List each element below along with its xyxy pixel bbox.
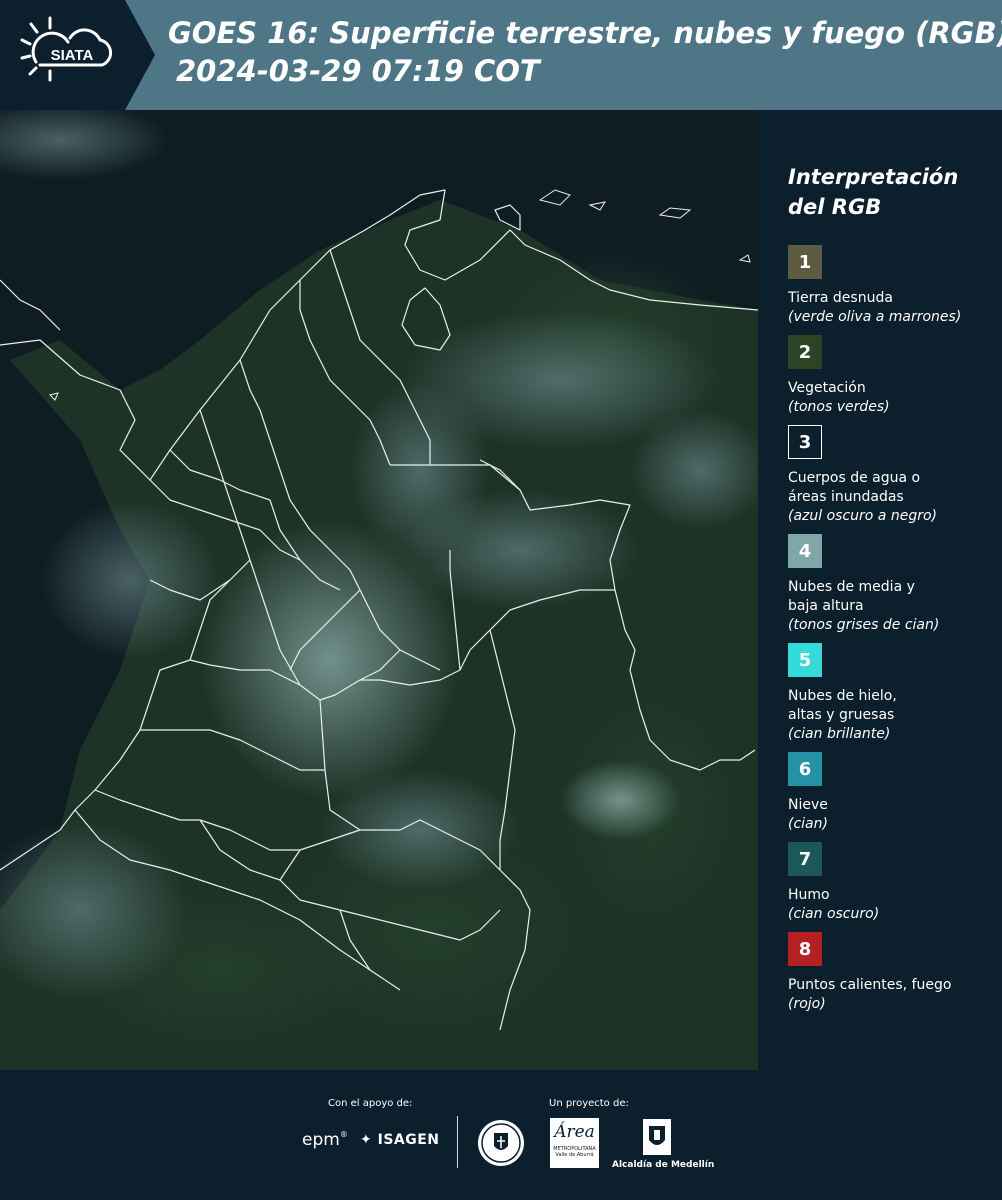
legend-panel: Interpretación del RGB 1 Tierra desnuda …	[758, 110, 1002, 1070]
legend-item-desc: (azul oscuro a negro)	[788, 508, 937, 524]
alcaldia-shield-icon	[643, 1119, 671, 1155]
legend-swatch: 3	[788, 425, 822, 459]
isagen-icon: ✦	[360, 1132, 373, 1148]
area-logo-sub2: Valle de Aburrá	[555, 1152, 594, 1158]
header: SIATA GOES 16: Superficie terrestre, nub…	[0, 0, 1002, 110]
legend-item-name: Cuerpos de agua o áreas inundadas	[788, 470, 921, 505]
legend-item-ice-clouds: 5 Nubes de hielo, altas y gruesas (cian …	[788, 643, 998, 744]
legend-item-name: Humo	[788, 887, 830, 903]
legend-title-line-2: del RGB	[788, 195, 882, 219]
legend-swatch: 4	[788, 534, 822, 568]
legend-swatch: 2	[788, 335, 822, 369]
footer-divider	[457, 1116, 458, 1168]
legend-item-desc: (tonos verdes)	[788, 399, 890, 415]
footer: Con el apoyo de: Un proyecto de: epm® ✦ …	[0, 1070, 1002, 1200]
legend-title: Interpretación del RGB	[788, 162, 988, 222]
legend-item-desc: (tonos grises de cian)	[788, 617, 940, 633]
legend-swatch: 6	[788, 752, 822, 786]
legend-item-bare-soil: 1 Tierra desnuda (verde oliva a marrones…	[788, 245, 998, 327]
legend-item-desc: (verde oliva a marrones)	[788, 309, 962, 325]
legend-item-name: Nubes de media y baja altura	[788, 579, 915, 614]
epm-logo-text: epm	[302, 1130, 340, 1150]
legend-item-name: Vegetación	[788, 380, 866, 396]
page-title: GOES 16: Superficie terrestre, nubes y f…	[168, 14, 1002, 90]
svg-text:SIATA: SIATA	[51, 47, 94, 64]
support-label: Con el apoyo de:	[328, 1098, 413, 1109]
legend-swatch: 7	[788, 842, 822, 876]
legend-item-vegetation: 2 Vegetación (tonos verdes)	[788, 335, 998, 417]
project-label: Un proyecto de:	[549, 1098, 629, 1109]
title-line-2: 2024-03-29 07:19 COT	[176, 54, 540, 88]
legend-item-low-clouds: 4 Nubes de media y baja altura (tonos gr…	[788, 534, 998, 635]
legend-item-name: Nieve	[788, 797, 828, 813]
seal-logo	[478, 1120, 524, 1166]
legend-item-name: Nubes de hielo, altas y gruesas	[788, 688, 897, 723]
map-image	[0, 110, 758, 1070]
legend-item-water: 3 Cuerpos de agua o áreas inundadas (azu…	[788, 425, 998, 526]
isagen-logo-text: ISAGEN	[377, 1132, 440, 1148]
legend-item-fire: 8 Puntos calientes, fuego (rojo)	[788, 932, 998, 1014]
legend-item-desc: (rojo)	[788, 996, 826, 1012]
legend-swatch: 1	[788, 245, 822, 279]
legend-swatch: 8	[788, 932, 822, 966]
alcaldia-logo-text: Alcaldía de Medellín	[612, 1160, 715, 1170]
area-metropolitana-logo: Área METROPOLITANA Valle de Aburrá	[550, 1118, 599, 1168]
legend-item-snow: 6 Nieve (cian)	[788, 752, 998, 834]
legend-swatch: 5	[788, 643, 822, 677]
legend-item-smoke: 7 Humo (cian oscuro)	[788, 842, 998, 924]
legend-item-name: Tierra desnuda	[788, 290, 893, 306]
legend-title-line-1: Interpretación	[788, 165, 959, 189]
title-line-1: GOES 16: Superficie terrestre, nubes y f…	[168, 16, 1002, 50]
isagen-logo: ✦ ISAGEN	[360, 1132, 440, 1148]
siata-logo: SIATA	[0, 0, 155, 110]
epm-logo: epm®	[302, 1130, 348, 1150]
legend-item-desc: (cian brillante)	[788, 726, 891, 742]
area-logo-text: Área	[554, 1122, 595, 1142]
legend-item-desc: (cian oscuro)	[788, 906, 880, 922]
legend-item-name: Puntos calientes, fuego	[788, 977, 952, 993]
legend-item-desc: (cian)	[788, 816, 828, 832]
satellite-map[interactable]	[0, 110, 758, 1070]
